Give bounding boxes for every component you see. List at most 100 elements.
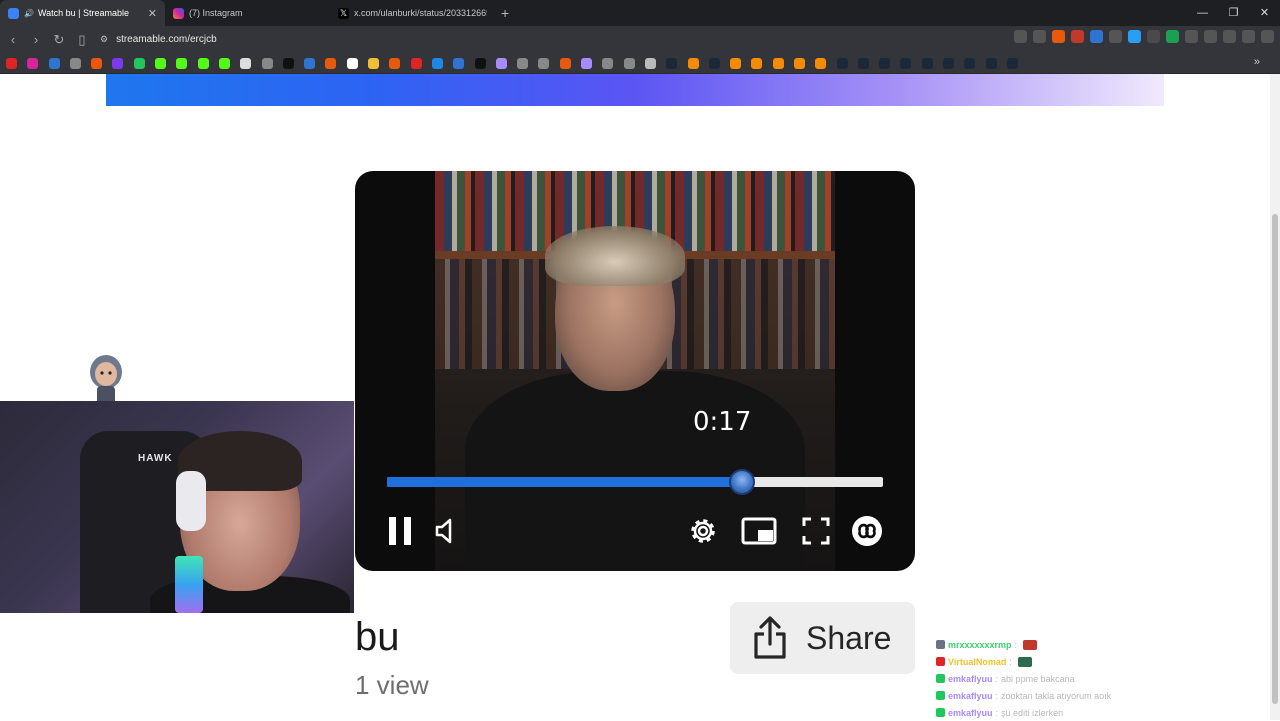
bookmark-icon[interactable]: [964, 57, 976, 69]
bookmark-icon[interactable]: [304, 57, 316, 69]
bookmark-icon[interactable]: [346, 57, 358, 69]
bookmark-icon[interactable]: [900, 57, 912, 69]
bookmark-icon[interactable]: [325, 57, 337, 69]
extension-icon[interactable]: [1090, 30, 1103, 43]
bookmark-icon[interactable]: [857, 57, 869, 69]
video-frame: [435, 171, 835, 571]
seek-bar[interactable]: [387, 469, 883, 495]
bookmark-icon[interactable]: [836, 57, 848, 69]
media-icon[interactable]: [1242, 30, 1255, 43]
bookmark-icon[interactable]: [985, 57, 997, 69]
bookmark-icon[interactable]: [879, 57, 891, 69]
bookmark-icon[interactable]: [730, 57, 742, 69]
settings-button[interactable]: [685, 515, 721, 547]
bookmark-icon[interactable]: [155, 57, 167, 69]
minimize-icon[interactable]: —: [1187, 0, 1218, 26]
scrollbar-thumb[interactable]: [1272, 214, 1278, 704]
puzzle-icon[interactable]: [1204, 30, 1217, 43]
bookmark-icon[interactable]: [282, 57, 294, 69]
restore-icon[interactable]: ❐: [1218, 0, 1249, 26]
close-tab-icon[interactable]: ✕: [148, 7, 157, 20]
chat-message: mrxxxxxxxrmp:: [936, 636, 1196, 653]
chair-brand: HAWK: [138, 453, 173, 464]
bookmark-icon[interactable]: [133, 57, 145, 69]
zoom-icon[interactable]: [1014, 30, 1027, 43]
bookmark-icon[interactable]: [559, 57, 571, 69]
bookmark-icon[interactable]: [368, 57, 380, 69]
bookmark-icon[interactable]: [495, 57, 507, 69]
bookmark-icon[interactable]: [581, 57, 593, 69]
chat-separator: :: [1009, 656, 1012, 667]
extension-icon[interactable]: [1071, 30, 1084, 43]
bookmark-icon[interactable]: [921, 57, 933, 69]
bookmark-icon[interactable]: [538, 57, 550, 69]
bookmark-icon[interactable]: [815, 57, 827, 69]
bookmark-icon[interactable]: [474, 57, 486, 69]
fullscreen-button[interactable]: [801, 515, 831, 547]
bookmark-icon[interactable]: [112, 57, 124, 69]
audio-playing-icon[interactable]: 🔊: [24, 9, 34, 18]
bookmark-icon[interactable]: [197, 57, 209, 69]
bookmark-icon[interactable]: ▯: [72, 32, 92, 48]
loop-button[interactable]: [850, 515, 884, 547]
share-button[interactable]: Share: [730, 602, 915, 674]
picture-in-picture-button[interactable]: [740, 515, 778, 547]
url-text: streamable.com/ercjcb: [116, 34, 217, 45]
chat-badge-icon: [936, 640, 945, 649]
forward-icon[interactable]: ›: [26, 32, 46, 47]
tab-streamable[interactable]: 🔊 Watch bu | Streamable ✕: [0, 0, 165, 26]
scrollbar[interactable]: [1270, 74, 1280, 720]
bookmark-icon[interactable]: [176, 57, 188, 69]
bookmark-icon[interactable]: [943, 57, 955, 69]
extension-icon[interactable]: [1166, 30, 1179, 43]
close-window-icon[interactable]: ✕: [1249, 0, 1280, 26]
extension-icon[interactable]: [1147, 30, 1160, 43]
bookmark-icon[interactable]: [410, 57, 422, 69]
tab-x[interactable]: 𝕏 x.com/ulanburki/status/2033126693: [330, 0, 495, 26]
seek-handle[interactable]: [729, 469, 756, 495]
extension-icon[interactable]: [1109, 30, 1122, 43]
tab-instagram[interactable]: (7) Instagram: [165, 0, 330, 26]
bookmark-icon[interactable]: [48, 57, 60, 69]
bookmark-icon[interactable]: [623, 57, 635, 69]
bookmark-icon[interactable]: [431, 57, 443, 69]
chat-separator: :: [995, 690, 999, 701]
bookmark-icon[interactable]: [218, 57, 230, 69]
bookmark-icon[interactable]: [6, 57, 17, 69]
bookmark-icon[interactable]: [69, 57, 81, 69]
mute-button[interactable]: [433, 515, 457, 547]
pause-button[interactable]: [385, 515, 415, 547]
bookmark-icon[interactable]: [261, 57, 273, 69]
bookmark-icon[interactable]: [389, 57, 401, 69]
extension-icon[interactable]: [1185, 30, 1198, 43]
reload-icon[interactable]: ↻: [49, 32, 69, 48]
more-bookmarks-icon[interactable]: »: [1254, 56, 1260, 68]
bookmark-icon[interactable]: [240, 57, 252, 69]
bookmark-icon[interactable]: [708, 57, 720, 69]
bookmark-icon[interactable]: [27, 57, 39, 69]
bookmark-icon[interactable]: [793, 57, 805, 69]
bookmark-icon[interactable]: [666, 57, 678, 69]
bookmark-icon[interactable]: [772, 57, 784, 69]
back-icon[interactable]: ‹: [3, 32, 23, 47]
chat-emote-icon: [1023, 639, 1038, 650]
bookmark-icon[interactable]: [602, 57, 614, 69]
bookmark-icon[interactable]: [644, 57, 656, 69]
bookmark-icon[interactable]: [1006, 57, 1018, 69]
bookmark-icon[interactable]: [91, 57, 103, 69]
bookmark-icon[interactable]: [751, 57, 763, 69]
video-player[interactable]: 0:17: [355, 171, 915, 571]
site-info-icon[interactable]: ⚙: [100, 34, 108, 45]
url-field[interactable]: ⚙ streamable.com/ercjcb: [100, 34, 217, 45]
sidebar-icon[interactable]: [1223, 30, 1236, 43]
chat-separator: :: [995, 707, 999, 718]
extension-icon[interactable]: [1128, 30, 1141, 43]
share-icon[interactable]: [1033, 30, 1046, 43]
bookmark-icon[interactable]: [453, 57, 465, 69]
bookmark-icon[interactable]: [687, 57, 699, 69]
bookmark-icon[interactable]: [517, 57, 529, 69]
menu-icon[interactable]: [1261, 30, 1274, 43]
new-tab-button[interactable]: +: [501, 5, 509, 21]
header-banner: [106, 74, 1164, 106]
brave-shield-icon[interactable]: [1052, 30, 1065, 43]
